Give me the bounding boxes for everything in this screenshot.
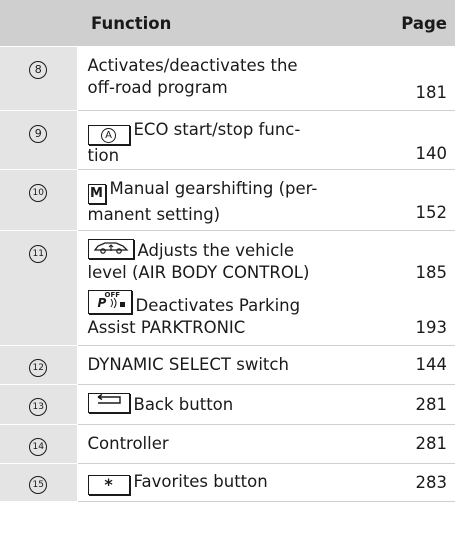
page-number: 140 [386,110,455,170]
description-line: level (AIR BODY CONTROL) [87,263,310,282]
page-number: 144 [386,345,455,385]
table-row: 13 Back button 281 [0,384,455,425]
item-number: 11 [29,245,48,263]
back-arrow-icon [87,393,130,413]
table-row: 14 Controller 281 [0,424,455,464]
page-number: 185 [415,263,448,282]
page-number: 152 [386,169,455,231]
description-line: off-road program [87,78,228,97]
item-number: 14 [29,437,48,456]
header-row: Function Page [0,0,455,47]
description-line: manent setting) [87,205,221,224]
page-number: 281 [386,384,455,425]
item-number: 9 [29,125,48,143]
description-line: ECO start/stop func- [133,120,301,139]
table-row: 10 M Manual gearshifting (per- manent set… [0,169,455,231]
table-row: 8 Activates/deactivates the off-road pro… [0,46,455,111]
page-number: 281 [386,424,455,464]
description-line: Activates/deactivates the [87,56,298,75]
page-number: 193 [415,318,448,337]
table-row: 15 * Favorites button 283 [0,463,455,502]
car-level-key-icon [87,239,134,259]
sub-item: Adjusts the vehicle level (AIR BODY CONT… [87,239,448,284]
item-number: 10 [29,184,48,202]
header-function: Function [77,0,386,47]
header-num-cell [0,0,77,47]
table-row: 12 DYNAMIC SELECT switch 144 [0,345,455,385]
description-line: Deactivates Parking [135,296,301,315]
parktronic-key-icon: OFF P [87,290,132,314]
eco-key-icon: A [87,125,130,145]
page-number: 283 [386,463,455,502]
description-line: tion [87,146,120,165]
star-icon: * [87,474,130,495]
item-number: 12 [29,358,48,377]
sub-item: OFF P Deactivates Parking Assist PARKTRO… [87,290,448,339]
description-line: DYNAMIC SELECT switch [77,345,386,385]
description-line: Adjusts the vehicle [137,241,295,260]
function-table: Function Page 8 Activates/deactivates th… [0,0,455,502]
description-line: Manual gearshifting (per- [109,179,318,198]
description-line: Controller [77,424,386,464]
table-row: 11 Adjusts the vehicle level (AIR BODY C… [0,230,455,346]
header-page: Page [386,0,455,47]
page-number: 181 [386,46,455,111]
item-number: 8 [29,61,48,79]
description-line: Back button [133,395,234,414]
description-line: Assist PARKTRONIC [87,318,246,337]
manual-key-icon: M [87,184,106,204]
item-number: 15 [29,476,48,494]
description-line: Favorites button [133,471,268,491]
item-number: 13 [29,398,48,416]
table-row: 9 A ECO start/stop func- tion 140 [0,110,455,170]
